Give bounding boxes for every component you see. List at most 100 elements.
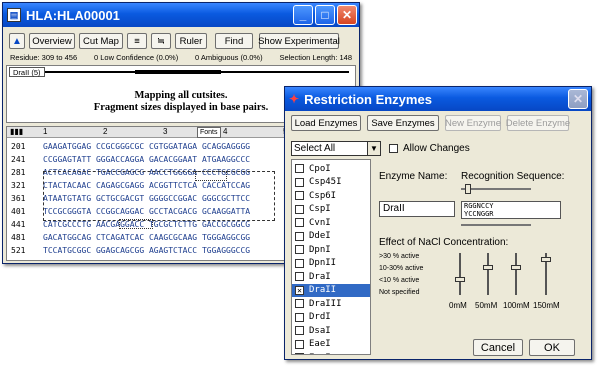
slider-0mm-track[interactable] [459,253,461,295]
ruler-button[interactable]: Ruler [175,33,207,49]
cut-map-button[interactable]: Cut Map [79,33,123,49]
sequence-row-bases[interactable]: GAAGATGGAG CCGCGGGCGC CGTGGATAGA GCAGGAG… [43,142,250,151]
enzyme-list-item[interactable]: EagI [292,351,370,354]
enzyme-checkbox[interactable] [295,204,304,214]
select-all-dropdown[interactable]: Select All ▼ [291,141,381,156]
enzyme-name: Csp45I [309,177,342,188]
dialog-titlebar[interactable]: ✦ Restriction Enzymes ✕ [285,87,591,111]
enzyme-list-item[interactable]: DdeI [292,230,370,244]
fonts-menu[interactable]: Fonts [197,127,221,138]
sequence-row-bases[interactable]: TCCATGCGGC GGAGCAGCGG AGAGTCTACC TGGAGGG… [43,246,250,255]
allow-changes-box[interactable] [389,144,398,153]
enzyme-checkbox[interactable] [295,218,304,228]
app-icon: ▤ [7,8,21,22]
slider-100mm-track[interactable] [515,253,517,295]
recognition-bottom: YCCNGGR [464,210,494,218]
ruler-icons: ▮▮▮ [10,127,24,136]
enzyme-list-item[interactable]: Csp6I [292,189,370,203]
enzyme-checkbox[interactable] [295,339,304,349]
maximize-button[interactable]: □ [315,5,335,25]
enzyme-list-item[interactable]: DrdI [292,311,370,325]
delete-enzyme-button[interactable]: Delete Enzyme [506,115,570,131]
sequence-row-bases[interactable]: GACATGGCAG CTCAGATCAC CAAGCGCAAG TGGGAGG… [43,233,250,242]
minimize-button[interactable]: _ [293,5,313,25]
conc-50mm: 50mM [475,301,498,310]
conc-0mm: 0mM [449,301,467,310]
slider-150mm-thumb[interactable] [541,257,551,262]
enzyme-checkbox[interactable] [295,312,304,322]
sequence-row-bases[interactable]: ATAATGTATG GCTGCGACGT GGGGCCGGAC GGGCGCT… [43,194,250,203]
recognition-slider-track[interactable] [461,188,531,190]
new-enzyme-button[interactable]: New Enzyme [445,115,501,131]
sequence-row-bases[interactable]: CCGGAGTATT GGGACCAGGA GACACGGAAT ATGAAGG… [43,155,250,164]
selection-length: Selection Length: 148 [279,53,352,62]
enzyme-name: CpoI [309,163,331,174]
slider-50mm-track[interactable] [487,253,489,295]
overview-button[interactable]: Overview [29,33,75,49]
enzyme-checkbox[interactable] [295,326,304,336]
sequence-row-bases[interactable]: CATCGCCCTG AACGAGGACC TGCGCTCTTG GACCGCG… [43,220,250,229]
enzyme-checkbox[interactable] [295,164,304,174]
enzyme-name: EagI [309,353,331,354]
up-arrow-button[interactable]: ▲ [9,33,25,49]
sequence-row-bases[interactable]: TCCGCGGGTA CCGGCAGGAC GCCTACGACG GCAAGGA… [43,207,250,216]
recognition-slider2-track[interactable] [461,224,531,226]
dna-icon: ✦ [289,92,300,106]
slider-0mm-thumb[interactable] [455,277,465,282]
sequence-row: 521 TCCATGCGGC GGAGCAGCGG AGAGTCTACC TGGA… [11,245,250,257]
enzyme-checkbox[interactable] [295,191,304,201]
split-icon: ≒ [157,35,165,47]
enzyme-list-item[interactable]: DpnII [292,257,370,271]
enzyme-name-input[interactable]: DraII [379,201,455,217]
enzyme-checkbox[interactable] [295,245,304,255]
enzyme-checkbox[interactable] [295,272,304,282]
enzyme-list-item[interactable]: DsaI [292,324,370,338]
align-button-1[interactable]: ≡ [127,33,147,49]
enzyme-list-item[interactable]: CspI [292,203,370,217]
cancel-button[interactable]: Cancel [473,339,523,356]
enzyme-list-item[interactable]: CvnI [292,216,370,230]
enzyme-list-item[interactable]: Csp45I [292,176,370,190]
sequence-row-bases[interactable]: CTACTACAAC CAGAGCGAGG ACGGTTCTCA CACCATC… [43,181,250,190]
ok-button[interactable]: OK [529,339,575,356]
enzyme-checkbox[interactable] [295,353,304,354]
slider-50mm-thumb[interactable] [483,265,493,270]
sequence-row-number: 201 [11,142,26,151]
enzyme-checkbox[interactable] [295,299,304,309]
enzyme-list-item[interactable]: DraIII [292,297,370,311]
recognition-slider-thumb[interactable] [465,184,471,194]
enzyme-checkbox[interactable]: ✕ [295,285,304,295]
enzyme-checkbox[interactable] [295,258,304,268]
residue-range: Residue: 309 to 456 [10,53,78,62]
enzyme-list-item[interactable]: ✕ DraII [292,283,370,297]
load-enzymes-button[interactable]: Load Enzymes [291,115,361,131]
enzyme-list-item[interactable]: CpoI [292,162,370,176]
align-button-2[interactable]: ≒ [151,33,171,49]
enzyme-checkbox[interactable] [295,231,304,241]
sequence-row-bases[interactable]: ACTCACAGAC TGACCGAGCG AACCTGGGGA CCCTGCG… [43,168,250,177]
sequence-row-number: 241 [11,155,26,164]
dialog-close-button[interactable]: ✕ [568,89,588,109]
enzyme-name: DdeI [309,231,331,242]
enzyme-list-item[interactable]: DpnI [292,243,370,257]
ambiguous-count: 0 Ambiguous (0.0%) [195,53,263,62]
activity-level-2: <10 % active [379,277,420,284]
enzyme-list-item[interactable]: EaeI [292,338,370,352]
slider-100mm-thumb[interactable] [511,265,521,270]
enzyme-list-item[interactable]: DraI [292,270,370,284]
close-button[interactable]: ✕ [337,5,357,25]
conc-150mm: 150mM [533,301,560,310]
recognition-sequence-input[interactable]: RGGNCCY YCCNGGR [461,201,561,219]
show-experimental-button[interactable]: Show Experimental [258,33,340,49]
allow-changes-checkbox[interactable]: Allow Changes [389,143,470,154]
find-button[interactable]: Find [215,33,253,49]
enzyme-checkbox[interactable] [295,177,304,187]
sequence-row: 481 GACATGGCAG CTCAGATCAC CAAGCGCAAG TGGG… [11,232,250,244]
save-enzymes-button[interactable]: Save Enzymes [367,115,439,131]
nacl-label: Effect of NaCl Concentration: [379,237,509,248]
sequence-window-titlebar[interactable]: ▤ HLA:HLA00001 _ □ ✕ [3,3,359,27]
activity-level-1: 10-30% active [379,265,424,272]
activity-level-3: Not specified [379,289,420,296]
enzyme-list[interactable]: CpoI Csp45I Csp6I CspI CvnI DdeI DpnI DpnII DraI… [291,159,371,355]
sequence-row: 281 ACTCACAGAC TGACCGAGCG AACCTGGGGA CCCT… [11,167,250,179]
